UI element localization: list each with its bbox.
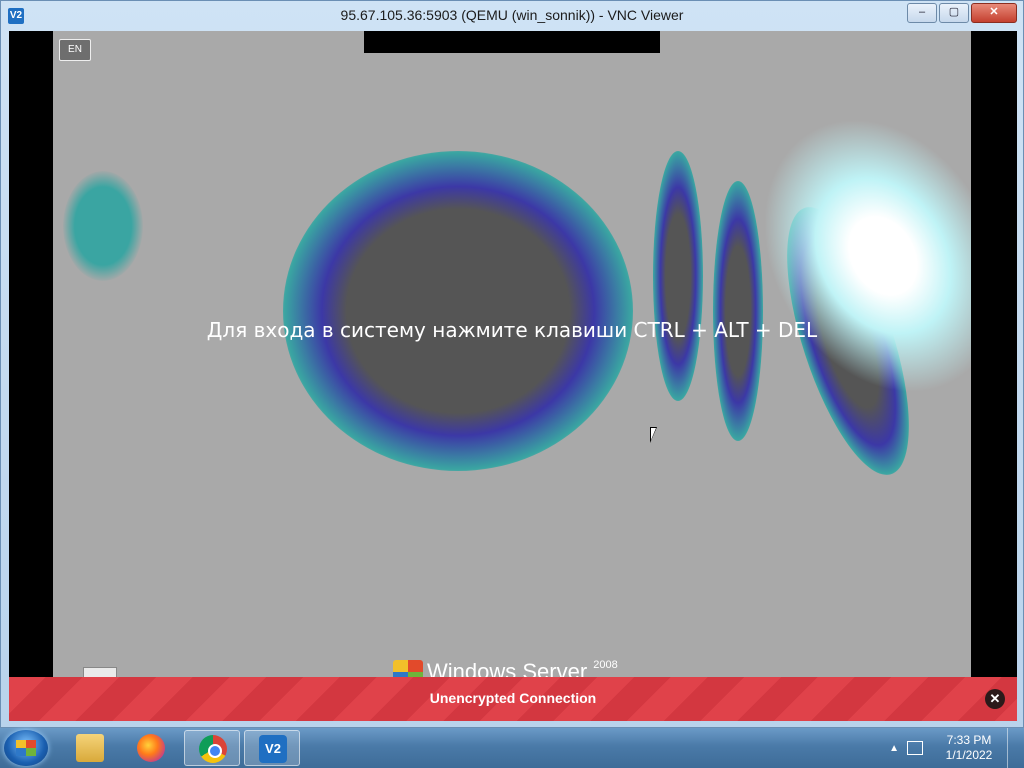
title-bar[interactable]: V2 95.67.105.36:5903 (QEMU (win_sonnik))…	[1, 1, 1023, 31]
folder-icon	[76, 734, 104, 762]
unencrypted-connection-banner: Unencrypted Connection ✕	[9, 677, 1017, 721]
close-icon[interactable]: ✕	[985, 689, 1005, 709]
logon-art	[653, 151, 703, 401]
show-desktop-button[interactable]	[1007, 728, 1018, 768]
network-icon[interactable]	[907, 741, 923, 755]
clock-time: 7:33 PM	[946, 733, 992, 747]
firefox-icon	[137, 734, 165, 762]
chrome-icon	[199, 735, 227, 763]
logo-version: 2008	[593, 659, 618, 671]
logon-art	[63, 171, 143, 281]
vnc-viewer-window: V2 95.67.105.36:5903 (QEMU (win_sonnik))…	[0, 0, 1024, 728]
mouse-cursor-icon	[650, 427, 657, 443]
vnc-toolbar-strip[interactable]	[364, 31, 660, 53]
taskbar-item-vnc-viewer[interactable]: V2	[244, 730, 300, 766]
chevron-up-icon[interactable]: ▲	[889, 743, 899, 754]
taskbar-item-explorer[interactable]	[62, 730, 118, 766]
taskbar-item-firefox[interactable]	[123, 730, 179, 766]
logon-message: Для входа в систему нажмите клавиши CTRL…	[206, 318, 818, 342]
remote-desktop[interactable]: EN Для входа в систему нажмите клавиши C…	[53, 31, 971, 721]
remote-viewport[interactable]: EN Для входа в систему нажмите клавиши C…	[9, 31, 1017, 721]
window-controls: – ▢ ✕	[905, 3, 1017, 23]
clock-date: 1/1/2022	[945, 748, 993, 762]
maximize-button[interactable]: ▢	[939, 3, 969, 23]
start-button[interactable]	[4, 730, 48, 766]
minimize-button[interactable]: –	[907, 3, 937, 23]
vnc-icon: V2	[259, 735, 287, 763]
close-button[interactable]: ✕	[971, 3, 1017, 23]
keyboard-layout-icon[interactable]: EN	[59, 39, 91, 61]
system-tray: ▲ 7:33 PM 1/1/2022	[889, 728, 1018, 768]
taskbar-item-chrome[interactable]	[184, 730, 240, 766]
window-title: 95.67.105.36:5903 (QEMU (win_sonnik)) - …	[340, 7, 684, 23]
clock[interactable]: 7:33 PM 1/1/2022	[937, 733, 1001, 763]
logon-art	[283, 151, 633, 471]
taskbar: V2 ▲ 7:33 PM 1/1/2022	[0, 728, 1024, 768]
logon-art	[713, 181, 763, 441]
windows-flag-icon	[16, 740, 36, 756]
banner-text: Unencrypted Connection	[429, 690, 597, 706]
